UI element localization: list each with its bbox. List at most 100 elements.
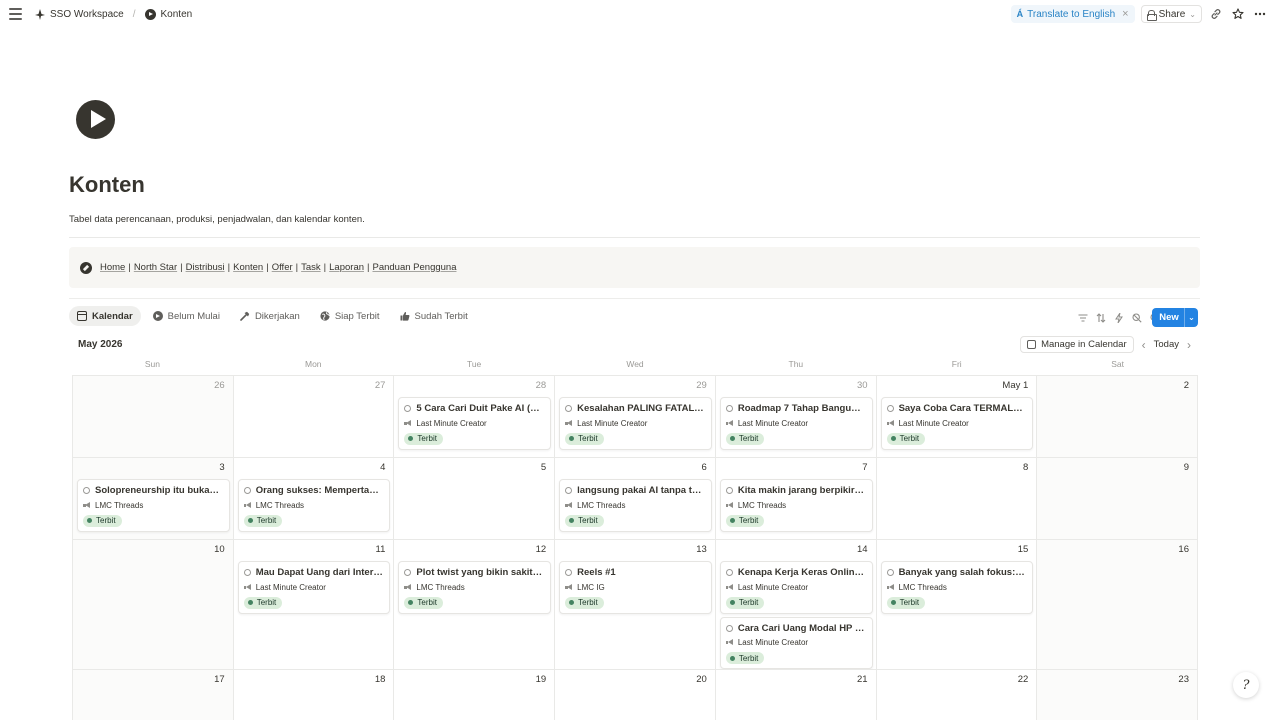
- sort-icon[interactable]: [1093, 310, 1108, 325]
- card-channel: Last Minute Creator: [725, 636, 866, 650]
- link-icon[interactable]: [1208, 6, 1224, 22]
- nav-link-distribusi[interactable]: Distribusi: [186, 262, 225, 273]
- nav-link-laporan[interactable]: Laporan: [329, 262, 364, 273]
- calendar-day-cell[interactable]: 12 Plot twist yang bikin sakit hati LMC Th…: [394, 540, 556, 670]
- day-number: 18: [374, 674, 386, 685]
- automation-icon[interactable]: [1111, 310, 1126, 325]
- chevron-down-icon[interactable]: ⌄: [1184, 308, 1198, 327]
- calendar-day-cell[interactable]: 21: [716, 670, 877, 720]
- help-button[interactable]: ?: [1233, 672, 1259, 698]
- content-card[interactable]: Orang sukses: Mempertanyak... LMC Threads…: [237, 479, 391, 532]
- calendar-day-cell[interactable]: 14 Kenapa Kerja Keras Online Ka... Last Mi…: [715, 540, 877, 670]
- calendar-day-cell[interactable]: 20: [555, 670, 716, 720]
- calendar-day-cell[interactable]: 2: [1037, 376, 1198, 458]
- manage-in-calendar-button[interactable]: Manage in Calendar: [1020, 336, 1134, 353]
- page-icon[interactable]: [76, 100, 115, 139]
- card-channel: LMC Threads: [565, 498, 705, 512]
- nav-link-panduan-pengguna[interactable]: Panduan Pengguna: [372, 262, 456, 273]
- calendar-day-cell[interactable]: 3 Solopreneurship itu bukan on... LMC Thre…: [73, 458, 234, 540]
- nav-links: Home | North Star | Distribusi | Konten | Offer |…: [100, 262, 456, 273]
- today-button[interactable]: Today: [1154, 339, 1179, 350]
- nav-link-north-star[interactable]: North Star: [134, 262, 177, 273]
- tab-sudah-terbit[interactable]: Sudah Terbit: [392, 306, 476, 326]
- page-description[interactable]: Tabel data perencanaan, produksi, penjad…: [69, 214, 365, 225]
- chevron-right-icon[interactable]: ›: [1187, 338, 1191, 352]
- search-filter-icon[interactable]: [1129, 310, 1144, 325]
- calendar-day-cell[interactable]: 28 5 Cara Cari Duit Pake AI (TAN... Last M…: [394, 376, 556, 458]
- status-ring-icon: [565, 569, 573, 576]
- status-badge: Terbit: [725, 652, 765, 664]
- status-dot-icon: [247, 518, 253, 523]
- page-title[interactable]: Konten: [69, 172, 145, 198]
- calendar-day-cell[interactable]: 19: [394, 670, 556, 720]
- share-button[interactable]: Share ⌄: [1140, 5, 1202, 23]
- sidebar-menu-icon[interactable]: [9, 8, 22, 20]
- tab-siap-terbit[interactable]: Siap Terbit: [312, 306, 388, 326]
- tab-dikerjakan[interactable]: Dikerjakan: [232, 306, 308, 326]
- card-channel: Last Minute Creator: [886, 416, 1027, 430]
- calendar-day-cell[interactable]: 6 langsung pakai AI tanpa tahu ... LMC Thr…: [555, 458, 716, 540]
- calendar-day-cell[interactable]: 27: [233, 376, 395, 458]
- breadcrumb-workspace[interactable]: SSO Workspace: [32, 7, 127, 22]
- calendar-day-cell[interactable]: 5: [394, 458, 556, 540]
- nav-link-konten[interactable]: Konten: [233, 262, 263, 273]
- tab-belum-mulai[interactable]: Belum Mulai: [145, 306, 228, 326]
- translate-button[interactable]: Á Translate to English ×: [1010, 5, 1135, 23]
- card-title: Solopreneurship itu bukan on...: [95, 485, 223, 496]
- content-card[interactable]: Plot twist yang bikin sakit hati LMC Thre…: [398, 561, 552, 614]
- chevron-left-icon[interactable]: ‹: [1142, 338, 1146, 352]
- calendar-day-cell[interactable]: 4 Orang sukses: Mempertanyak... LMC Thread…: [233, 458, 395, 540]
- more-options-icon[interactable]: [1252, 6, 1268, 22]
- calendar-day-cell[interactable]: 11 Mau Dapat Uang dari Internet... Last Mi…: [233, 540, 395, 670]
- content-card[interactable]: langsung pakai AI tanpa tahu ... LMC Thre…: [559, 479, 712, 532]
- calendar-day-cell[interactable]: 7 Kita makin jarang berpikir — ... LMC Thr…: [715, 458, 877, 540]
- breadcrumb-page[interactable]: Konten: [142, 7, 196, 22]
- calendar-day-cell[interactable]: 13 Reels #1 LMC IG Terbit: [555, 540, 716, 670]
- calendar-day-cell[interactable]: 22: [877, 670, 1038, 720]
- close-icon[interactable]: ×: [1122, 8, 1128, 20]
- breadcrumb-separator: /: [132, 9, 136, 20]
- new-button[interactable]: New: [1152, 312, 1184, 323]
- content-card[interactable]: 5 Cara Cari Duit Pake AI (TAN... Last Min…: [398, 397, 552, 450]
- day-number: 20: [696, 674, 707, 685]
- calendar-day-cell[interactable]: May 1 Saya Coba Cara TERMALAS Ca... Last M…: [876, 376, 1038, 458]
- calendar-day-cell[interactable]: 8: [876, 458, 1038, 540]
- card-title-row: Reels #1: [565, 565, 705, 580]
- content-card[interactable]: Roadmap 7 Tahap Bangun Bis... Last Minute…: [719, 397, 873, 450]
- calendar-day-cell[interactable]: 17: [73, 670, 234, 720]
- calendar-day-cell[interactable]: 30 Roadmap 7 Tahap Bangun Bis... Last Minu…: [715, 376, 877, 458]
- content-card[interactable]: Kita makin jarang berpikir — ... LMC Thre…: [719, 479, 873, 532]
- calendar-app-icon: [1027, 340, 1037, 349]
- content-card[interactable]: Cara Cari Uang Modal HP yan... Last Minut…: [719, 616, 873, 669]
- tab-kalendar[interactable]: Kalendar: [69, 306, 141, 326]
- card-title-row: Roadmap 7 Tahap Bangun Bis...: [725, 401, 866, 416]
- content-card[interactable]: Mau Dapat Uang dari Internet... Last Minu…: [237, 561, 391, 614]
- calendar-day-cell[interactable]: 26: [73, 376, 234, 458]
- star-icon[interactable]: [1230, 6, 1246, 22]
- calendar-day-cell[interactable]: 18: [234, 670, 395, 720]
- nav-link-offer[interactable]: Offer: [272, 262, 293, 273]
- card-channel: LMC Threads: [886, 580, 1027, 594]
- nav-separator: |: [295, 262, 299, 273]
- megaphone-icon: [725, 501, 734, 509]
- filter-icon[interactable]: [1075, 310, 1090, 325]
- content-card[interactable]: Solopreneurship itu bukan on... LMC Threa…: [77, 479, 230, 532]
- status-dot-icon: [569, 518, 575, 523]
- calendar-day-cell[interactable]: 29 Kesalahan PALING FATAL YouT... Last Min…: [555, 376, 716, 458]
- content-card[interactable]: Reels #1 LMC IG Terbit: [559, 561, 712, 614]
- nav-link-home[interactable]: Home: [100, 262, 125, 273]
- calendar-day-cell[interactable]: 15 Banyak yang salah fokus: sibu... LMC Th…: [876, 540, 1038, 670]
- nav-separator: |: [180, 262, 183, 273]
- calendar-day-cell[interactable]: 9: [1037, 458, 1198, 540]
- calendar-day-cell[interactable]: 10: [73, 540, 234, 670]
- card-channel: Last Minute Creator: [725, 416, 866, 430]
- content-card[interactable]: Kenapa Kerja Keras Online Ka... Last Minu…: [719, 561, 873, 614]
- status-badge: Terbit: [565, 596, 604, 609]
- content-card[interactable]: Banyak yang salah fokus: sibu... LMC Thre…: [880, 561, 1034, 614]
- content-card[interactable]: Kesalahan PALING FATAL YouT... Last Minut…: [559, 397, 712, 450]
- calendar-day-cell[interactable]: 23: [1037, 670, 1198, 720]
- content-card[interactable]: Saya Coba Cara TERMALAS Ca... Last Minute…: [880, 397, 1034, 450]
- nav-link-task[interactable]: Task: [301, 262, 321, 273]
- card-title-row: 5 Cara Cari Duit Pake AI (TAN...: [404, 401, 544, 416]
- calendar-day-cell[interactable]: 16: [1037, 540, 1198, 670]
